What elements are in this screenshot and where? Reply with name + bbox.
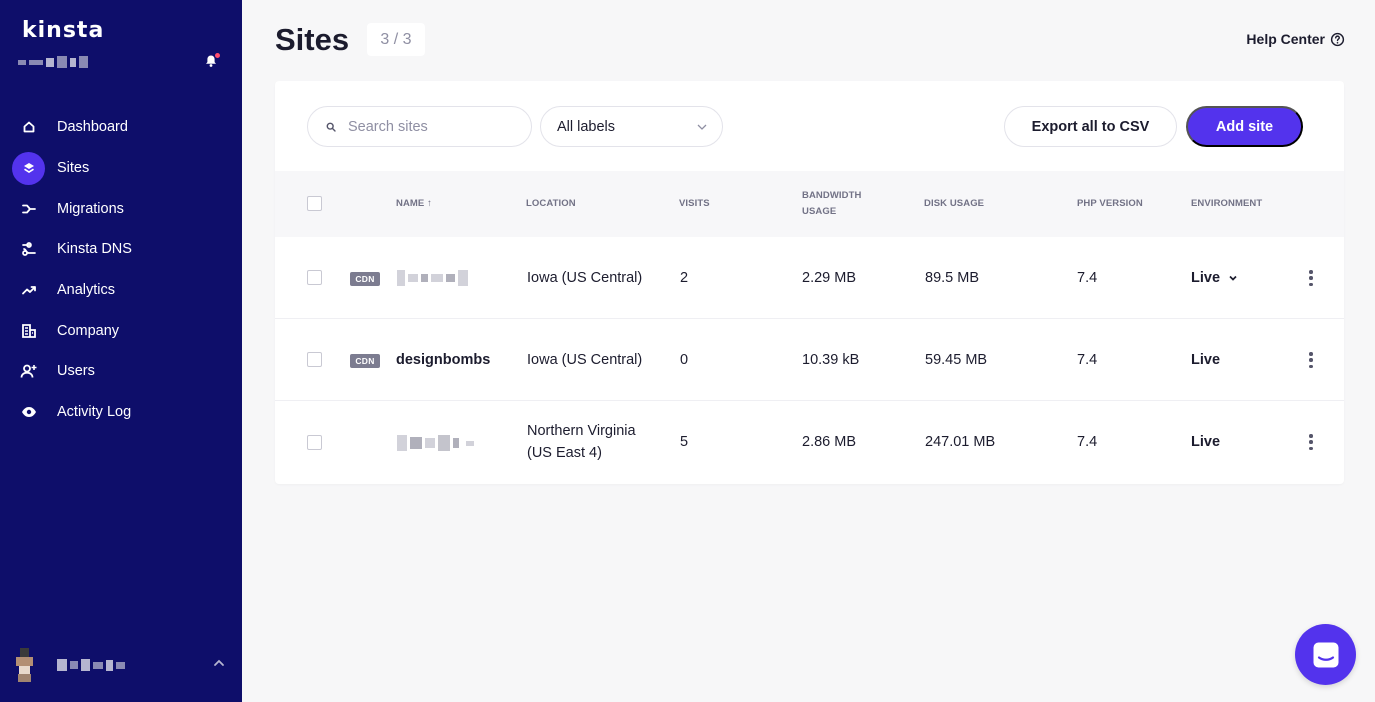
- column-header-bandwidth-line1: BANDWIDTH: [802, 190, 862, 201]
- column-header-bandwidth-line2: USAGE: [802, 206, 837, 217]
- disk-usage-cell: 247.01 MB: [925, 434, 996, 450]
- kinsta-logo[interactable]: kinsta: [22, 18, 104, 43]
- chevron-down-icon: [1229, 275, 1237, 281]
- location-line2: (US East 4): [527, 445, 602, 461]
- user-menu[interactable]: [0, 640, 242, 690]
- location-line1: Northern Virginia: [527, 423, 636, 439]
- sidebar-item-label: Analytics: [57, 282, 116, 299]
- sidebar-item-label: Users: [57, 363, 95, 380]
- site-count-badge: 3 / 3: [367, 23, 425, 56]
- cdn-badge: CDN: [350, 354, 380, 368]
- column-header-visits: VISITS: [679, 198, 710, 209]
- row-actions-kebab-icon[interactable]: [1304, 432, 1318, 452]
- building-icon: [12, 314, 45, 347]
- column-header-environment: ENVIRONMENT: [1191, 198, 1263, 209]
- site-name-link[interactable]: designbombs: [396, 349, 490, 371]
- bandwidth-cell: 10.39 kB: [802, 352, 860, 368]
- help-circle-icon: [1330, 32, 1345, 46]
- search-box[interactable]: [307, 106, 532, 147]
- location-cell: Northern Virginia (US East 4): [527, 420, 636, 464]
- row-actions-kebab-icon[interactable]: [1304, 268, 1318, 288]
- avatar: [16, 648, 33, 682]
- environment-dropdown[interactable]: Live: [1191, 267, 1238, 289]
- location-cell: Iowa (US Central): [527, 270, 643, 286]
- eye-icon: [12, 396, 45, 429]
- cdn-badge: CDN: [350, 272, 380, 286]
- disk-usage-cell: 89.5 MB: [925, 270, 979, 286]
- chevron-down-icon: [697, 124, 707, 130]
- sidebar-item-analytics[interactable]: Analytics: [0, 270, 242, 311]
- table-row[interactable]: CDN designbombs Iowa (US Central) 0 10.3…: [275, 319, 1344, 401]
- help-center-label: Help Center: [1246, 31, 1325, 47]
- php-version-cell: 7.4: [1077, 352, 1098, 368]
- sidebar-item-label: Kinsta DNS: [57, 241, 132, 258]
- row-checkbox[interactable]: [307, 352, 322, 367]
- location-cell: Iowa (US Central): [527, 352, 643, 368]
- migrate-icon: [12, 192, 45, 225]
- chevron-up-icon[interactable]: [212, 656, 226, 670]
- add-user-icon: [12, 355, 45, 388]
- sidebar-item-kinsta-dns[interactable]: Kinsta DNS: [0, 229, 242, 270]
- select-all-checkbox[interactable]: [307, 196, 322, 211]
- sidebar-item-activity-log[interactable]: Activity Log: [0, 392, 242, 433]
- user-name-redacted: [57, 659, 125, 671]
- sidebar-item-migrations[interactable]: Migrations: [0, 188, 242, 229]
- visits-cell: 0: [680, 352, 689, 368]
- visits-cell: 2: [680, 270, 689, 286]
- column-header-bandwidth: BANDWIDTH USAGE: [802, 188, 861, 220]
- disk-usage-cell: 59.45 MB: [925, 352, 988, 368]
- add-site-button[interactable]: Add site: [1186, 106, 1303, 147]
- bandwidth-cell: 2.86 MB: [802, 434, 856, 450]
- chat-icon: [1313, 642, 1338, 667]
- sidebar-item-label: Activity Log: [57, 404, 132, 421]
- column-header-disk-usage: DISK USAGE: [924, 198, 985, 209]
- site-name-redacted[interactable]: [397, 435, 474, 451]
- sidebar-item-sites[interactable]: Sites: [0, 148, 242, 189]
- row-actions-kebab-icon[interactable]: [1304, 350, 1318, 370]
- sidebar-nav: Dashboard Sites Migrations Kinsta DNS An…: [0, 107, 242, 433]
- home-icon: [12, 111, 45, 144]
- sidebar-item-label: Migrations: [57, 200, 124, 217]
- php-version-cell: 7.4: [1077, 434, 1098, 450]
- page-title: Sites: [275, 22, 350, 57]
- environment-value: Live: [1191, 434, 1221, 450]
- export-csv-button[interactable]: Export all to CSV: [1004, 106, 1177, 147]
- help-center-link[interactable]: Help Center: [1246, 31, 1345, 47]
- labels-dropdown-value: All labels: [557, 118, 616, 135]
- sidebar: kinsta Dashboard Sites Migrations Kinsta…: [0, 0, 242, 702]
- environment-value: Live: [1191, 352, 1221, 368]
- company-name-redacted[interactable]: [18, 56, 88, 68]
- sites-toolbar: All labels Export all to CSV Add site: [275, 81, 1344, 171]
- sidebar-item-users[interactable]: Users: [0, 351, 242, 392]
- sidebar-item-dashboard[interactable]: Dashboard: [0, 107, 242, 148]
- visits-cell: 5: [680, 434, 689, 450]
- row-checkbox[interactable]: [307, 270, 322, 285]
- column-header-location: LOCATION: [526, 198, 576, 209]
- table-row[interactable]: Northern Virginia (US East 4) 5 2.86 MB …: [275, 401, 1344, 483]
- column-header-php-version: PHP VERSION: [1077, 198, 1143, 209]
- search-input[interactable]: [348, 118, 508, 135]
- table-row[interactable]: CDN Iowa (US Central) 2 2.29 MB 89.5 MB …: [275, 237, 1344, 319]
- chat-support-button[interactable]: [1295, 624, 1356, 685]
- labels-dropdown[interactable]: All labels: [540, 106, 723, 147]
- layers-icon: [12, 151, 45, 185]
- php-version-cell: 7.4: [1077, 270, 1098, 286]
- column-header-name[interactable]: NAME ↑: [396, 196, 432, 212]
- sidebar-item-company[interactable]: Company: [0, 310, 242, 351]
- trend-icon: [12, 274, 45, 307]
- search-icon: [326, 122, 336, 132]
- sidebar-item-label: Sites: [57, 160, 90, 177]
- bandwidth-cell: 2.29 MB: [802, 270, 856, 286]
- sidebar-item-label: Dashboard: [57, 119, 128, 136]
- sites-card: All labels Export all to CSV Add site NA…: [275, 81, 1344, 484]
- dns-icon: [12, 233, 45, 266]
- table-header: NAME ↑ LOCATION VISITS BANDWIDTH USAGE D…: [275, 171, 1344, 237]
- row-checkbox[interactable]: [307, 435, 322, 450]
- sidebar-item-label: Company: [57, 322, 120, 339]
- environment-value: Live: [1191, 270, 1221, 286]
- notification-dot: [215, 53, 220, 58]
- site-name-redacted[interactable]: [397, 270, 468, 286]
